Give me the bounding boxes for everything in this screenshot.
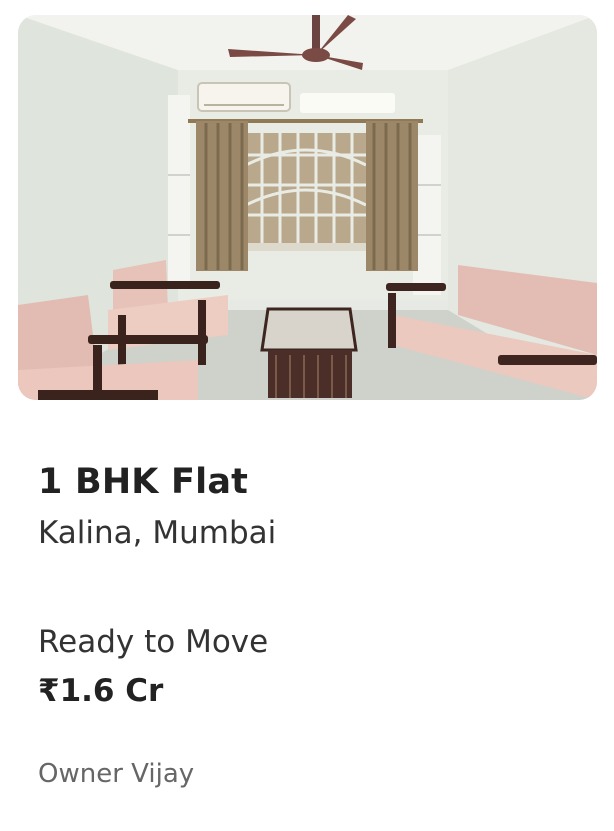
listing-price: ₹1.6 Cr <box>38 673 164 709</box>
listing-location: Kalina, Mumbai <box>38 515 277 551</box>
listing-owner: Owner Vijay <box>38 759 195 789</box>
property-card[interactable]: 1 BHK Flat Kalina, Mumbai Ready to Move … <box>0 0 614 831</box>
listing-status: Ready to Move <box>38 624 269 660</box>
listing-title[interactable]: 1 BHK Flat <box>38 462 248 502</box>
living-room-image <box>18 15 597 400</box>
property-photo[interactable] <box>18 15 597 400</box>
